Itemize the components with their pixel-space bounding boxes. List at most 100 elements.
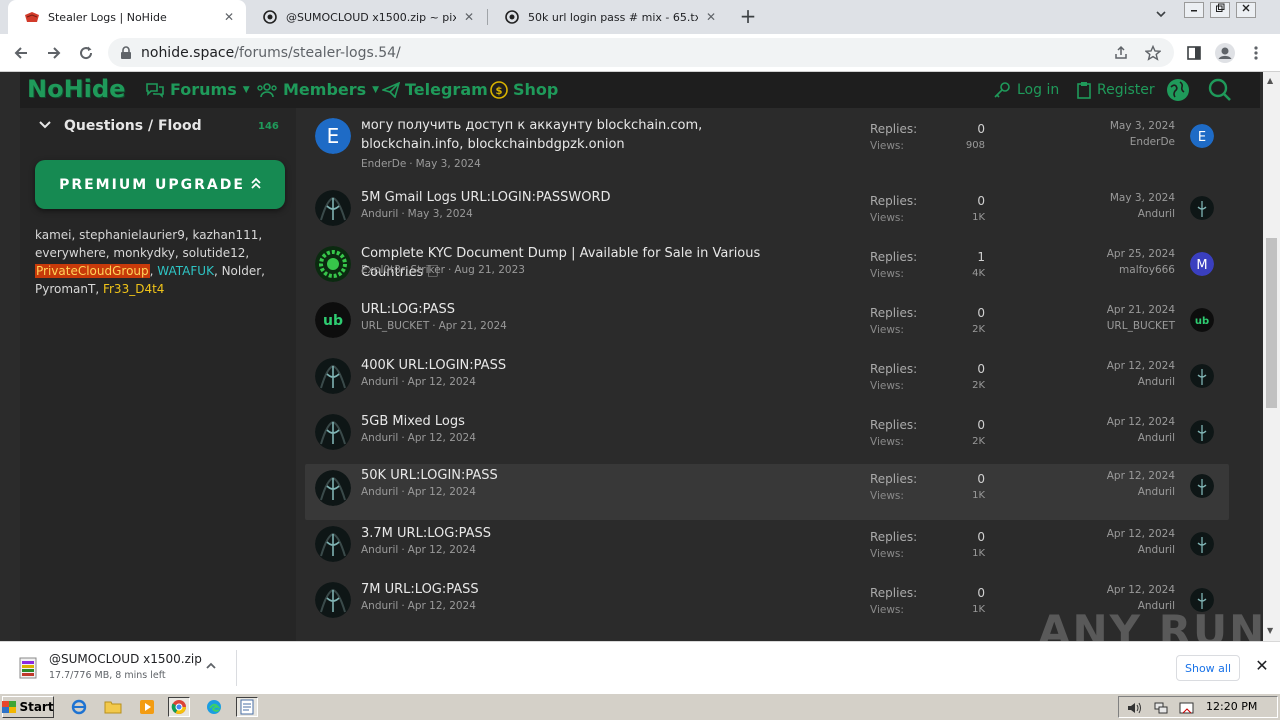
tab-search-chevron-icon[interactable] <box>1152 8 1170 26</box>
chevron-up-icon[interactable] <box>205 660 219 674</box>
thread-title[interactable]: 3.7M URL:LOG:PASS <box>361 524 801 543</box>
premium-upgrade-button[interactable]: PREMIUM UPGRADE <box>35 160 285 209</box>
thread-start-date[interactable]: Apr 12, 2024 <box>408 600 476 612</box>
thread-row[interactable]: Complete KYC Document Dump | Available f… <box>305 242 1229 298</box>
close-icon[interactable]: ✕ <box>1254 658 1270 674</box>
side-panel-icon[interactable] <box>1182 41 1206 65</box>
share-icon[interactable] <box>1112 44 1130 62</box>
login-link[interactable]: Log in <box>993 81 1059 99</box>
show-all-button[interactable]: Show all <box>1176 655 1240 681</box>
last-post-date[interactable]: Apr 12, 2024 <box>1055 584 1175 596</box>
minimize-window-icon[interactable] <box>1184 2 1204 18</box>
last-poster[interactable]: Anduril <box>1055 486 1175 498</box>
last-poster[interactable]: EnderDe <box>1055 136 1175 148</box>
last-poster[interactable]: Anduril <box>1055 544 1175 556</box>
last-poster-avatar[interactable]: E <box>1190 124 1214 148</box>
author-avatar[interactable] <box>315 526 351 562</box>
thread-title[interactable]: 5GB Mixed Logs <box>361 412 801 431</box>
last-post-date[interactable]: Apr 12, 2024 <box>1055 528 1175 540</box>
globe-language-icon[interactable] <box>1166 78 1196 102</box>
thread-title[interactable]: 400K URL:LOGIN:PASS <box>361 356 801 375</box>
last-poster-avatar[interactable] <box>1190 532 1214 556</box>
thread-start-date[interactable]: Aug 21, 2023 <box>454 264 525 276</box>
thread-author[interactable]: Anduril <box>361 376 398 388</box>
site-logo[interactable]: NoHide <box>27 75 125 103</box>
internet-explorer-icon[interactable] <box>68 697 90 717</box>
nav-forums[interactable]: Forums ▼ <box>145 80 250 99</box>
reload-icon[interactable] <box>74 41 98 65</box>
thread-row[interactable]: ub URL:LOG:PASS URL_BUCKET · Apr 21, 2024 Rep… <box>305 298 1229 354</box>
thread-title[interactable]: 5M Gmail Logs URL:LOGIN:PASSWORD <box>361 188 801 207</box>
thread-start-date[interactable]: Apr 12, 2024 <box>408 486 476 498</box>
chrome-taskbar-icon[interactable] <box>168 697 190 717</box>
last-poster[interactable]: Anduril <box>1055 432 1175 444</box>
thread-row[interactable]: 5GB Mixed Logs Anduril · Apr 12, 2024 Replie… <box>305 410 1229 466</box>
author-avatar[interactable] <box>315 582 351 618</box>
author-avatar[interactable]: ub <box>315 302 351 338</box>
tab-stealer-logs[interactable]: Stealer Logs | NoHide ✕ <box>8 0 246 34</box>
tab-50k-url-login[interactable]: 50k url login pass # mix - 65.txt ~ pi ✕ <box>488 0 728 34</box>
thread-author[interactable]: Anduril <box>361 432 398 444</box>
download-filename[interactable]: @SUMOCLOUD x1500.zip <box>49 652 202 666</box>
last-post-date[interactable]: May 3, 2024 <box>1055 120 1175 132</box>
forward-arrow-icon[interactable] <box>42 41 66 65</box>
nav-telegram[interactable]: Telegram <box>382 80 488 99</box>
thread-author[interactable]: Expl0t3r_Striker <box>361 264 445 276</box>
thread-start-date[interactable]: Apr 21, 2024 <box>439 320 507 332</box>
browser-menu-icon[interactable] <box>1244 41 1268 65</box>
author-avatar[interactable] <box>315 190 351 226</box>
thread-title[interactable]: URL:LOG:PASS <box>361 300 801 319</box>
thread-start-date[interactable]: Apr 12, 2024 <box>408 544 476 556</box>
thread-title[interactable]: Complete KYC Document Dump | Available f… <box>361 244 801 282</box>
thread-title[interactable]: могу получить доступ к аккаунту blockcha… <box>361 116 801 154</box>
bookmark-star-icon[interactable] <box>1144 44 1162 62</box>
node-questions-flood[interactable]: Questions / Flood <box>38 118 202 134</box>
thread-author[interactable]: Anduril <box>361 486 398 498</box>
nav-members[interactable]: Members ▼ <box>256 80 379 99</box>
thread-row[interactable]: 400K URL:LOGIN:PASS Anduril · Apr 12, 2024 R… <box>305 354 1229 410</box>
last-post-date[interactable]: Apr 25, 2024 <box>1055 248 1175 260</box>
last-post-date[interactable]: Apr 12, 2024 <box>1055 470 1175 482</box>
scroll-down-arrow-icon[interactable]: ▼ <box>1267 626 1273 635</box>
page-scrollbar[interactable]: ▲ ▼ <box>1263 72 1280 641</box>
thread-start-date[interactable]: May 3, 2024 <box>416 158 481 170</box>
last-poster-avatar[interactable] <box>1190 420 1214 444</box>
author-avatar[interactable] <box>315 414 351 450</box>
tab-close-icon[interactable]: ✕ <box>462 10 476 24</box>
thread-row[interactable]: 50K URL:LOGIN:PASS Anduril · Apr 12, 2024 Re… <box>305 464 1229 520</box>
notepad-icon[interactable] <box>236 697 258 717</box>
action-center-icon[interactable] <box>1179 700 1195 719</box>
last-post-date[interactable]: Apr 12, 2024 <box>1055 360 1175 372</box>
start-button[interactable]: Start <box>2 696 54 718</box>
address-bar[interactable]: nohide.space/forums/stealer-logs.54/ <box>108 38 1174 67</box>
register-link[interactable]: Register <box>1077 81 1155 99</box>
member-link[interactable]: WATAFUK <box>157 264 214 278</box>
author-avatar[interactable] <box>315 358 351 394</box>
thread-title[interactable]: 50K URL:LOGIN:PASS <box>361 466 801 485</box>
thread-row[interactable]: 5M Gmail Logs URL:LOGIN:PASSWORD Anduril ·… <box>305 186 1229 242</box>
close-window-icon[interactable] <box>1236 2 1256 18</box>
thread-author[interactable]: Anduril <box>361 544 398 556</box>
member-link[interactable]: Fr33_D4t4 <box>103 282 164 296</box>
last-post-date[interactable]: Apr 21, 2024 <box>1055 304 1175 316</box>
author-avatar[interactable] <box>315 246 351 282</box>
thread-start-date[interactable]: Apr 12, 2024 <box>408 432 476 444</box>
thread-row[interactable]: 3.7M URL:LOG:PASS Anduril · Apr 12, 2024 Rep… <box>305 522 1229 578</box>
scroll-thumb[interactable] <box>1266 238 1277 408</box>
new-tab-button[interactable]: + <box>737 6 759 28</box>
last-poster-avatar[interactable] <box>1190 474 1214 498</box>
volume-icon[interactable] <box>1127 700 1143 719</box>
profile-avatar-icon[interactable] <box>1213 41 1237 65</box>
thread-start-date[interactable]: Apr 12, 2024 <box>408 376 476 388</box>
last-poster[interactable]: Anduril <box>1055 376 1175 388</box>
author-avatar[interactable] <box>315 470 351 506</box>
thread-title[interactable]: 7M URL:LOG:PASS <box>361 580 801 599</box>
last-post-date[interactable]: May 3, 2024 <box>1055 192 1175 204</box>
restore-window-icon[interactable] <box>1210 2 1230 18</box>
folder-icon[interactable] <box>102 697 124 717</box>
last-poster-avatar[interactable]: ub <box>1190 308 1214 332</box>
member-link[interactable]: PrivateCloudGroup <box>35 264 150 278</box>
tab-close-icon[interactable]: ✕ <box>222 10 236 24</box>
media-player-icon[interactable] <box>136 697 158 717</box>
thread-row[interactable]: Eмогу получить доступ к аккаунту blockch… <box>305 114 1229 170</box>
